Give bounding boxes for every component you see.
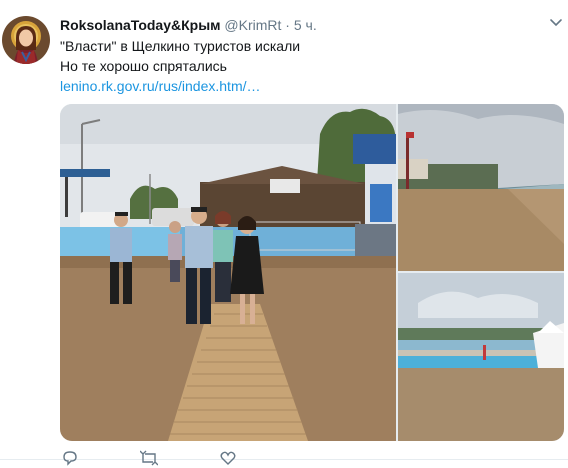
- tweet-actions: [60, 450, 540, 468]
- photo-beach-top[interactable]: [398, 104, 564, 271]
- tweet-text-line: Но те хорошо спрятались: [60, 58, 227, 74]
- display-name[interactable]: RoksolanaToday&Крым: [60, 17, 221, 33]
- tweet: RoksolanaToday&Крым @KrimRt · 5 ч. "Влас…: [0, 0, 568, 466]
- media-grid: [60, 104, 564, 441]
- heart-icon[interactable]: [220, 450, 236, 466]
- handle[interactable]: @KrimRt: [224, 17, 281, 33]
- avatar[interactable]: [2, 16, 50, 64]
- tweet-text: "Власти" в Щелкино туристов искали Но те…: [60, 36, 550, 96]
- chevron-down-icon[interactable]: [548, 14, 564, 30]
- reply-icon[interactable]: [62, 450, 78, 466]
- tweet-header: RoksolanaToday&Крым @KrimRt · 5 ч.: [60, 15, 540, 35]
- tweet-link[interactable]: lenino.rk.gov.ru/rus/index.htm/…: [60, 78, 261, 94]
- photo-beach-bottom[interactable]: [398, 273, 564, 441]
- photo-main[interactable]: [60, 104, 396, 441]
- timestamp[interactable]: 5 ч.: [294, 17, 317, 33]
- retweet-icon[interactable]: [139, 450, 159, 466]
- separator: ·: [285, 17, 290, 33]
- tweet-text-line: "Власти" в Щелкино туристов искали: [60, 38, 301, 54]
